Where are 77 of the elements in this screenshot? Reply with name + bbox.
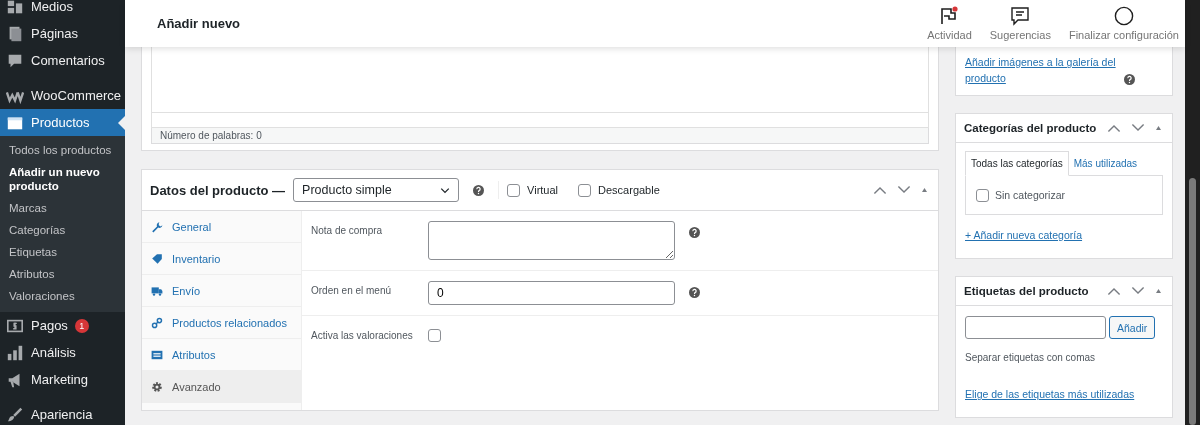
purchase-note-field[interactable] (428, 221, 675, 260)
chevron-up-icon (1107, 286, 1121, 296)
checkbox[interactable] (507, 183, 521, 197)
help-icon (1124, 74, 1136, 86)
field-label: Activa las valoraciones (311, 329, 414, 341)
submenu-item[interactable]: Atributos (0, 263, 125, 285)
product-data-tab[interactable]: Productos relacionados (142, 307, 301, 339)
product-data-tab[interactable]: General (142, 211, 301, 243)
submenu-item[interactable]: Valoraciones (0, 285, 125, 307)
chevron-down-icon (897, 185, 911, 195)
toggle-panel-button[interactable] (1153, 123, 1164, 133)
sidebar-item[interactable]: Apariencia (0, 401, 125, 425)
sidebar-item[interactable]: Marketing (0, 366, 125, 393)
help-icon (689, 287, 700, 298)
checkbox[interactable] (428, 329, 441, 342)
sidebar-item[interactable]: Páginas (0, 20, 125, 47)
submenu-item[interactable]: Categorías (0, 219, 125, 241)
field-label: Nota de compra (311, 224, 384, 236)
sidebar-item[interactable]: Análisis (0, 339, 125, 366)
media-icon (6, 0, 24, 16)
submenu-item[interactable]: Todos los productos (0, 139, 125, 161)
panel-title: Datos del producto — (150, 182, 286, 198)
tags-hint: Separar etiquetas con comas (965, 352, 1097, 363)
category-tab[interactable]: Más utilizadas (1068, 152, 1143, 175)
caret-icon (440, 186, 451, 194)
sidebar-item[interactable]: Productos (0, 109, 125, 136)
triangle-icon (1155, 125, 1162, 131)
triangle-icon (921, 187, 928, 193)
checkbox-label: Sin categorizar (995, 189, 1066, 201)
checkbox[interactable] (976, 188, 989, 202)
checkbox-label: Descargable (598, 184, 660, 196)
product-data-tab[interactable]: Avanzado (142, 371, 301, 403)
chevron-down-icon (1131, 286, 1145, 296)
add-tag-button[interactable]: Añadir (1109, 316, 1156, 339)
submenu-item[interactable]: Marcas (0, 197, 125, 219)
panel-title: Etiquetas del producto (964, 285, 1089, 297)
bar-chart-icon (6, 343, 24, 362)
word-count: Número de palabras: 0 (151, 128, 929, 144)
chevron-up-icon (873, 185, 887, 195)
toggle-panel-button[interactable] (919, 185, 930, 195)
help-icon (473, 184, 485, 196)
gallery-link[interactable]: Añadir imágenes a la galería del producto (965, 54, 1117, 86)
category-tab[interactable]: Todas las categorías (965, 151, 1069, 176)
sidebar-item[interactable]: Pagos 1 (0, 312, 125, 339)
chevron-down-icon (1131, 123, 1145, 133)
help-icon (689, 227, 700, 238)
chevron-up-icon (1107, 123, 1121, 133)
list-icon (151, 348, 163, 361)
submenu-item[interactable]: Añadir un nuevo producto (0, 161, 125, 197)
brush-icon (6, 405, 24, 424)
checkbox[interactable] (578, 183, 592, 197)
tag-icon (151, 252, 163, 265)
gear-icon (151, 380, 163, 393)
toggle-panel-button[interactable] (1153, 286, 1164, 296)
sidebar-item[interactable]: WooCommerce (0, 82, 125, 109)
sidebar-item[interactable]: Comentarios (0, 47, 125, 74)
link-icon (151, 316, 163, 329)
product-data-tab[interactable]: Envío (142, 275, 301, 307)
truck-icon (151, 284, 163, 297)
count-badge: 1 (74, 318, 89, 333)
popular-tags-link[interactable]: Elige de las etiquetas más utilizadas (965, 386, 1163, 402)
triangle-icon (1155, 288, 1162, 294)
product-type-select[interactable]: Producto simple (293, 178, 460, 202)
header-action[interactable]: Sugerencias (989, 2, 1051, 45)
page-title: Añadir nuevo (157, 16, 242, 31)
submenu-item[interactable]: Etiquetas (0, 241, 125, 263)
product-data-tab[interactable]: Inventario (142, 243, 301, 275)
header-action[interactable]: Finalizar configuración (1068, 2, 1179, 45)
panel-title: Categorías del producto (964, 122, 1097, 134)
checkbox-label: Virtual (527, 184, 559, 196)
sidebar-item[interactable]: Medios (0, 0, 125, 20)
wrench-icon (151, 220, 163, 233)
field-label: Orden en el menú (311, 284, 393, 296)
add-category-link[interactable]: + Añadir nueva categoría (965, 229, 1083, 241)
menu-order-field[interactable]: 0 (428, 281, 675, 305)
header-action[interactable]: Actividad (927, 2, 972, 45)
tag-input-field[interactable] (965, 316, 1106, 339)
